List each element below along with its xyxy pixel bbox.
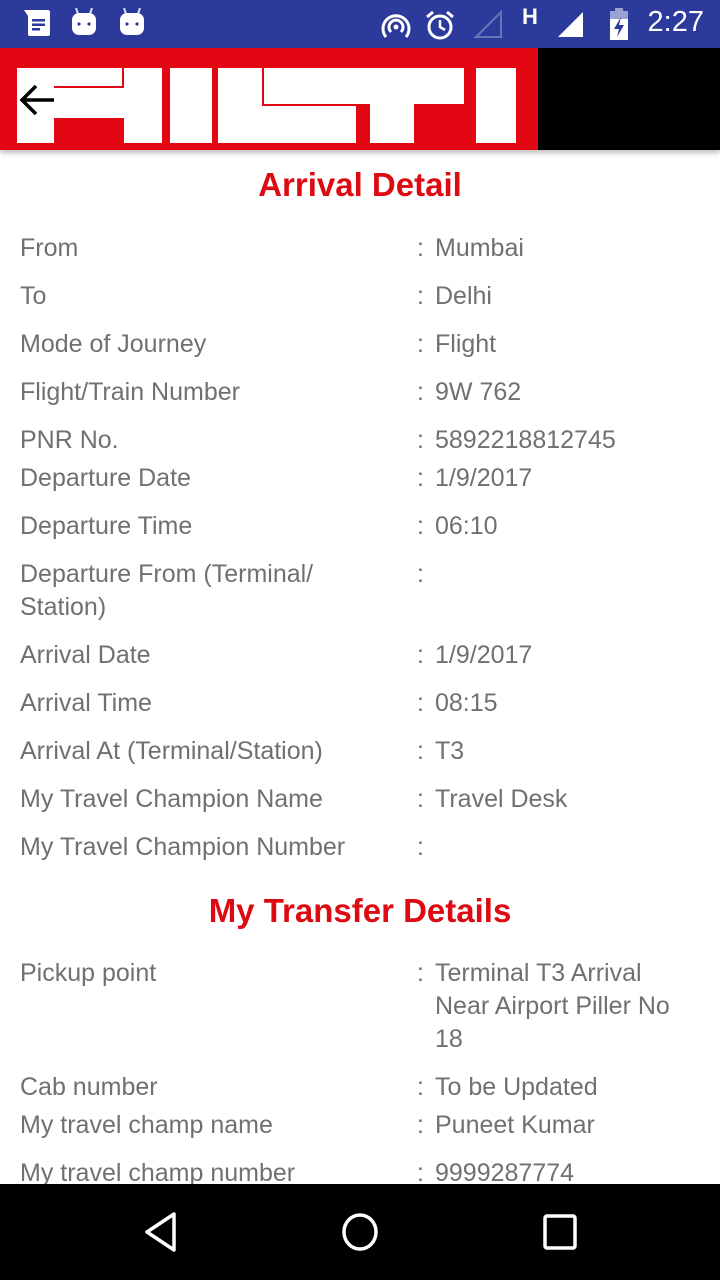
row-label: Mode of Journey	[20, 330, 207, 358]
row-label: Departure Time	[20, 512, 193, 540]
row-label: Arrival At (Terminal/Station)	[20, 737, 323, 765]
alarm-icon	[426, 10, 454, 40]
row-separator: :	[417, 1073, 424, 1101]
message-icon	[24, 10, 50, 36]
signal-full-icon	[558, 12, 583, 37]
row-label: Cab number	[20, 1073, 158, 1101]
navigation-bar	[0, 1184, 720, 1280]
row-separator: :	[417, 282, 424, 310]
row-value: 06:10	[435, 512, 498, 540]
row-separator: :	[417, 959, 424, 987]
row-value: Terminal T3 Arrival Near Airport Piller …	[435, 959, 670, 1053]
row-value: Mumbai	[435, 234, 524, 262]
row-separator: :	[417, 560, 424, 588]
row-label: My travel champ number	[20, 1159, 296, 1184]
transfer-details-title: My Transfer Details	[208, 892, 512, 929]
row-label: Arrival Date	[20, 641, 151, 669]
network-h-icon: H	[522, 4, 538, 29]
arrow-left-icon[interactable]	[18, 82, 58, 118]
row-separator: :	[417, 426, 424, 454]
row-value: 9W 762	[435, 378, 522, 406]
row-label: From	[20, 234, 79, 262]
row-separator: :	[417, 464, 424, 492]
row-label: PNR No.	[20, 426, 119, 454]
row-label: To	[20, 282, 47, 310]
hotspot-icon	[381, 14, 411, 38]
row-value: 5892218812745	[435, 426, 616, 454]
row-value: Flight	[435, 330, 497, 358]
clock: 2:27	[647, 6, 704, 38]
android-icon	[120, 8, 144, 35]
row-separator: :	[417, 689, 424, 717]
row-label: Pickup point	[20, 959, 157, 987]
row-separator: :	[417, 1111, 424, 1139]
row-label: My travel champ name	[20, 1111, 273, 1139]
back-triangle-icon[interactable]	[142, 1210, 178, 1254]
row-separator: :	[417, 641, 424, 669]
recents-square-icon[interactable]	[542, 1210, 578, 1254]
row-value: 1/9/2017	[435, 464, 533, 492]
battery-charging-icon	[610, 8, 628, 40]
hilti-logo	[0, 48, 538, 150]
row-value: T3	[435, 737, 465, 765]
row-label: My Travel Champion Number	[20, 833, 346, 861]
home-circle-icon[interactable]	[340, 1210, 380, 1254]
signal-empty-icon	[474, 10, 502, 38]
row-value: Puneet Kumar	[435, 1111, 595, 1139]
row-separator: :	[417, 1159, 424, 1184]
row-separator: :	[417, 234, 424, 262]
row-label: Flight/Train Number	[20, 378, 240, 406]
row-separator: :	[417, 378, 424, 406]
row-value: Delhi	[435, 282, 492, 310]
detail-content[interactable]: Arrival Detail From : Mumbai To : Delhi …	[0, 150, 720, 1184]
row-value: 9999287774	[435, 1159, 575, 1184]
row-value: 08:15	[435, 689, 498, 717]
row-separator: :	[417, 785, 424, 813]
row-value: 1/9/2017	[435, 641, 533, 669]
arrival-detail-title: Arrival Detail	[258, 166, 462, 203]
row-separator: :	[417, 833, 424, 861]
row-separator: :	[417, 737, 424, 765]
app-bar	[0, 48, 720, 150]
status-bar: H 2:27	[0, 0, 720, 48]
row-label: Departure Date	[20, 464, 191, 492]
row-separator: :	[417, 330, 424, 358]
hilti-logo-text	[17, 68, 516, 143]
row-label: Departure From (Terminal/ Station)	[20, 560, 314, 621]
row-label: Arrival Time	[20, 689, 152, 717]
row-value: Travel Desk	[435, 785, 568, 813]
row-separator: :	[417, 512, 424, 540]
row-label: My Travel Champion Name	[20, 785, 323, 813]
android-icon	[72, 8, 96, 35]
row-value: To be Updated	[435, 1073, 598, 1101]
